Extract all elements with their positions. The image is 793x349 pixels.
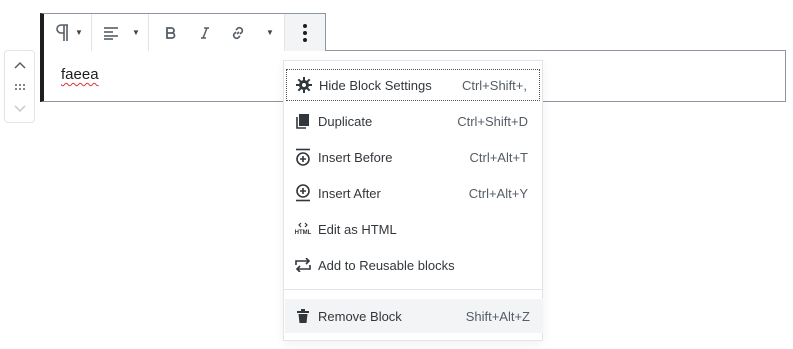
align-group: ▼ <box>92 14 149 51</box>
reusable-icon <box>293 255 313 275</box>
menu-item-insert-after[interactable]: Insert After Ctrl+Alt+Y <box>286 177 540 209</box>
block-toolbar: ▼ ▼ ▼ <box>40 13 326 51</box>
menu-item-remove-block[interactable]: Remove Block Shift+Alt+Z <box>285 299 543 333</box>
menu-item-shortcut: Ctrl+Alt+Y <box>468 185 528 201</box>
menu-item-edit-as-html[interactable]: HTML Edit as HTML <box>286 213 540 245</box>
paragraph-icon <box>56 23 69 41</box>
menu-item-shortcut: Shift+Alt+Z <box>465 308 530 324</box>
block-switcher-group: ▼ <box>44 14 92 51</box>
italic-button[interactable] <box>189 14 221 51</box>
menu-item-duplicate[interactable]: Duplicate Ctrl+Shift+D <box>286 105 540 137</box>
menu-item-shortcut: Ctrl+Alt+T <box>469 149 528 165</box>
format-group: ▼ <box>149 14 285 51</box>
menu-item-label: Add to Reusable blocks <box>318 257 455 273</box>
align-button[interactable]: ▼ <box>100 14 144 51</box>
align-left-icon <box>104 26 119 40</box>
caret-down-icon: ▼ <box>266 28 274 37</box>
block-mover <box>4 50 35 123</box>
italic-icon <box>201 26 209 39</box>
chevron-down-icon <box>13 105 26 113</box>
menu-item-label: Edit as HTML <box>318 221 397 237</box>
menu-item-insert-before[interactable]: Insert Before Ctrl+Alt+T <box>286 141 540 173</box>
block-settings-menu: Hide Block Settings Ctrl+Shift+, Duplica… <box>283 60 543 341</box>
menu-item-label: Remove Block <box>318 308 402 324</box>
more-formats-button[interactable]: ▼ <box>257 14 283 51</box>
menu-item-label: Insert After <box>318 185 381 201</box>
trash-icon <box>293 306 313 326</box>
insert-before-icon <box>293 147 313 167</box>
duplicate-icon <box>293 111 313 131</box>
gear-icon <box>294 75 314 95</box>
html-icon-text: HTML <box>294 230 312 236</box>
caret-down-icon: ▼ <box>132 28 140 37</box>
block-text[interactable]: faeea <box>61 66 99 83</box>
link-button[interactable] <box>221 14 255 51</box>
chevron-up-icon <box>13 61 26 69</box>
menu-item-shortcut: Ctrl+Shift+, <box>461 77 527 93</box>
insert-after-icon <box>293 183 313 203</box>
drag-handle[interactable] <box>5 75 34 99</box>
link-icon <box>232 26 244 39</box>
more-options-icon <box>303 23 307 42</box>
move-up-button[interactable] <box>5 53 34 77</box>
bold-button[interactable] <box>155 14 187 51</box>
caret-down-icon: ▼ <box>75 28 83 37</box>
menu-item-label: Insert Before <box>318 149 393 165</box>
drag-handle-icon <box>14 84 25 90</box>
menu-item-shortcut: Ctrl+Shift+D <box>457 113 528 129</box>
html-icon: HTML <box>293 219 313 239</box>
menu-item-label: Duplicate <box>318 113 373 129</box>
menu-item-label: Hide Block Settings <box>319 77 432 93</box>
block-type-button[interactable]: ▼ <box>48 14 90 51</box>
menu-divider <box>284 289 542 290</box>
move-down-button[interactable] <box>5 97 34 121</box>
more-options-button[interactable] <box>285 14 325 51</box>
menu-item-hide-block-settings[interactable]: Hide Block Settings Ctrl+Shift+, <box>286 69 540 101</box>
menu-item-add-to-reusable-blocks[interactable]: Add to Reusable blocks <box>286 249 540 281</box>
bold-icon <box>166 26 176 39</box>
